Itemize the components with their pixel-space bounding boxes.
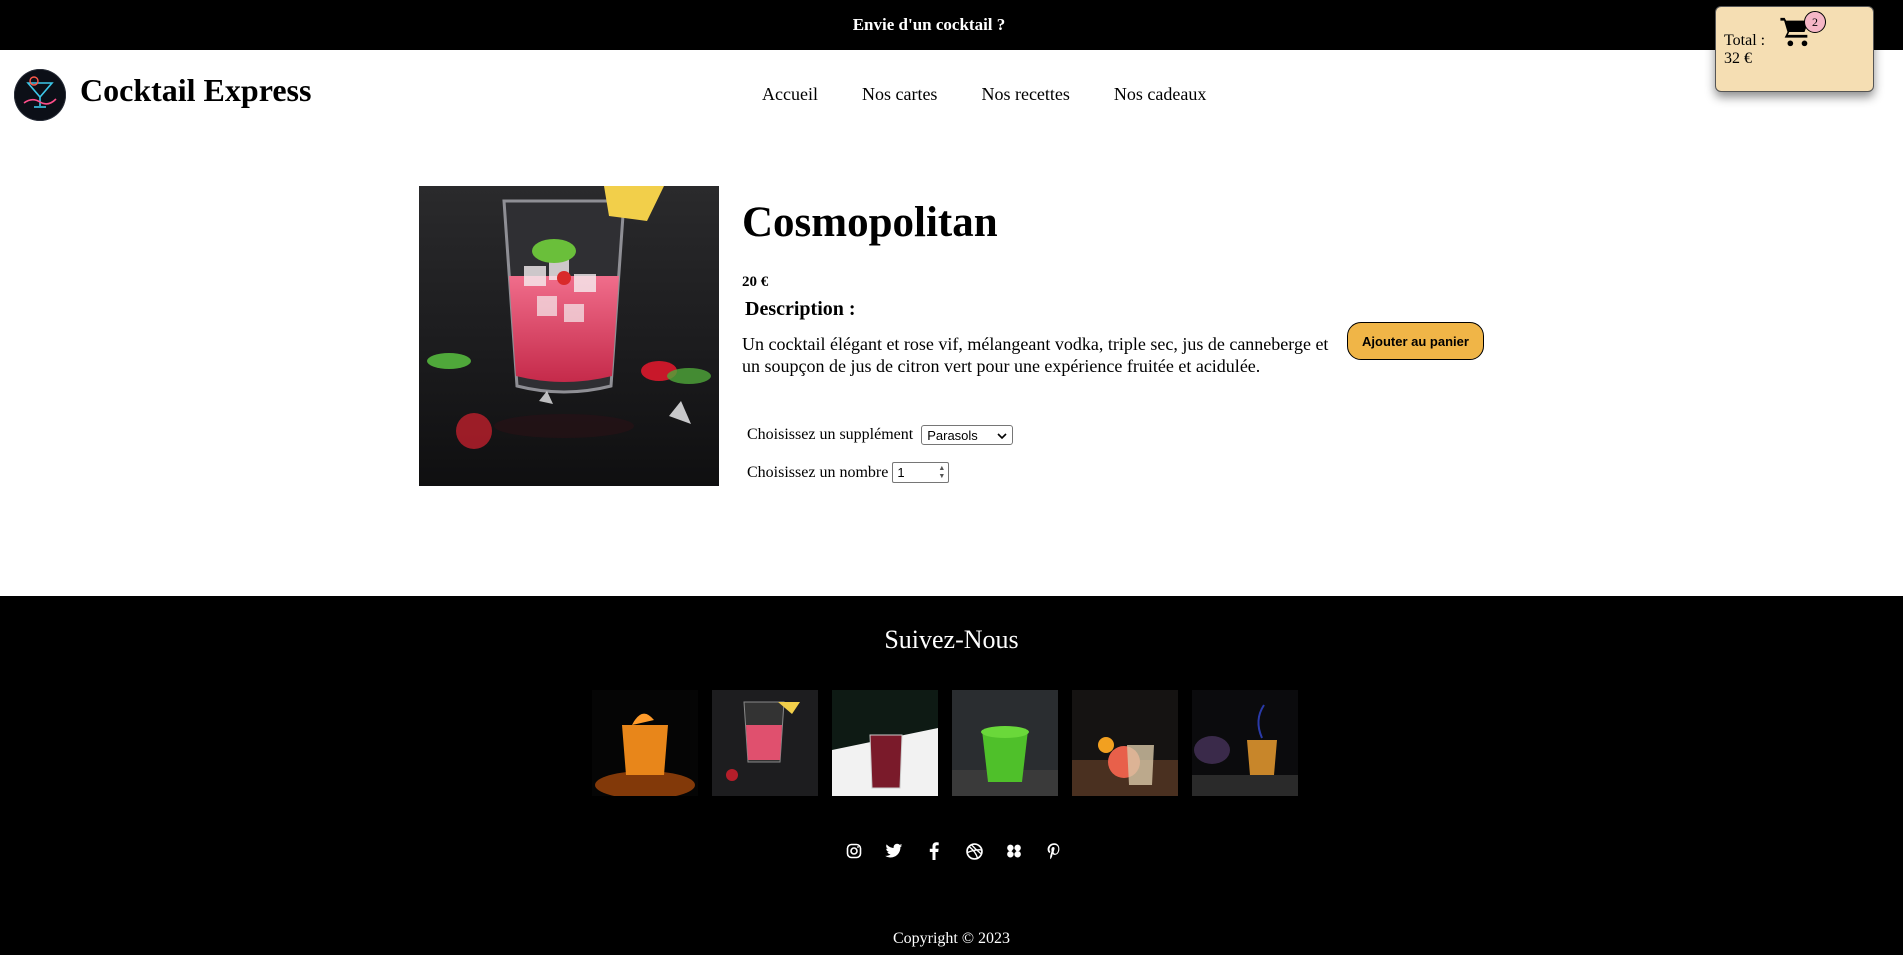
gallery-thumb-orange-cocktail[interactable]: [592, 690, 698, 796]
quantity-value: 1: [897, 465, 905, 480]
quantity-row: Choisissez un nombre 1 ▲ ▼: [747, 462, 950, 483]
gallery-thumb-pink-cocktail[interactable]: [712, 690, 818, 796]
cart-count-badge: 2: [1804, 11, 1826, 33]
gallery-thumb-smoky-cocktail[interactable]: [1192, 690, 1298, 796]
product-price: 20 €: [742, 274, 769, 290]
footer-title: Suivez-Nous: [884, 625, 1019, 654]
nav-nos-cartes[interactable]: Nos cartes: [862, 84, 937, 105]
nav-nos-recettes[interactable]: Nos recettes: [981, 84, 1069, 105]
add-to-cart-button[interactable]: Ajouter au panier: [1347, 322, 1484, 360]
nav-nos-cadeaux[interactable]: Nos cadeaux: [1114, 84, 1206, 105]
brand-logo[interactable]: [14, 69, 66, 121]
site-footer: Suivez-Nous Copyright © 2023: [0, 596, 1903, 955]
product-description: Un cocktail élégant et rose vif, mélange…: [742, 334, 1329, 376]
quantity-stepper[interactable]: 1 ▲ ▼: [892, 462, 950, 483]
product-title: Cosmopolitan: [742, 199, 998, 246]
quantity-label: Choisissez un nombre: [747, 463, 889, 481]
description-heading: Description :: [745, 298, 856, 320]
chevron-down-icon: [997, 428, 1007, 443]
social-gallery: [592, 690, 1306, 798]
product-image: [419, 186, 719, 486]
twitter-icon[interactable]: [885, 842, 903, 860]
supplement-row: Choisissez un supplément Parasols: [747, 425, 1014, 445]
supplement-label: Choisissez un supplément: [747, 426, 914, 443]
dribbble-icon[interactable]: [965, 842, 983, 860]
facebook-icon[interactable]: [925, 842, 943, 860]
stepper-arrows-icon[interactable]: ▲ ▼: [938, 465, 945, 481]
supplement-select-value: Parasols: [927, 427, 978, 443]
dropbox-icon[interactable]: [1005, 842, 1023, 860]
cart-total-label: Total :: [1724, 32, 1766, 49]
brand-name[interactable]: Cocktail Express: [80, 72, 311, 109]
copyright-text: Copyright © 2023: [892, 930, 1011, 947]
site-header: Cocktail Express Accueil Nos cartes Nos …: [0, 50, 1903, 140]
supplement-select[interactable]: Parasols: [921, 425, 1014, 445]
instagram-icon[interactable]: [845, 842, 863, 860]
main-nav: Accueil Nos cartes Nos recettes Nos cade…: [762, 84, 1250, 105]
gallery-thumb-green-cocktail[interactable]: [952, 690, 1058, 796]
gallery-thumb-red-cocktail[interactable]: [832, 690, 938, 796]
nav-accueil[interactable]: Accueil: [762, 84, 818, 105]
announcement-bar: Envie d'un cocktail ?: [0, 0, 1903, 50]
cart-widget[interactable]: 2 Total : 32 €: [1715, 6, 1874, 92]
gallery-thumb-grapefruit-cocktail[interactable]: [1072, 690, 1178, 796]
announcement-text: Envie d'un cocktail ?: [852, 15, 1006, 34]
social-links: [845, 842, 1063, 860]
cart-total-value: 32 €: [1724, 50, 1752, 67]
pinterest-icon[interactable]: [1045, 842, 1063, 860]
